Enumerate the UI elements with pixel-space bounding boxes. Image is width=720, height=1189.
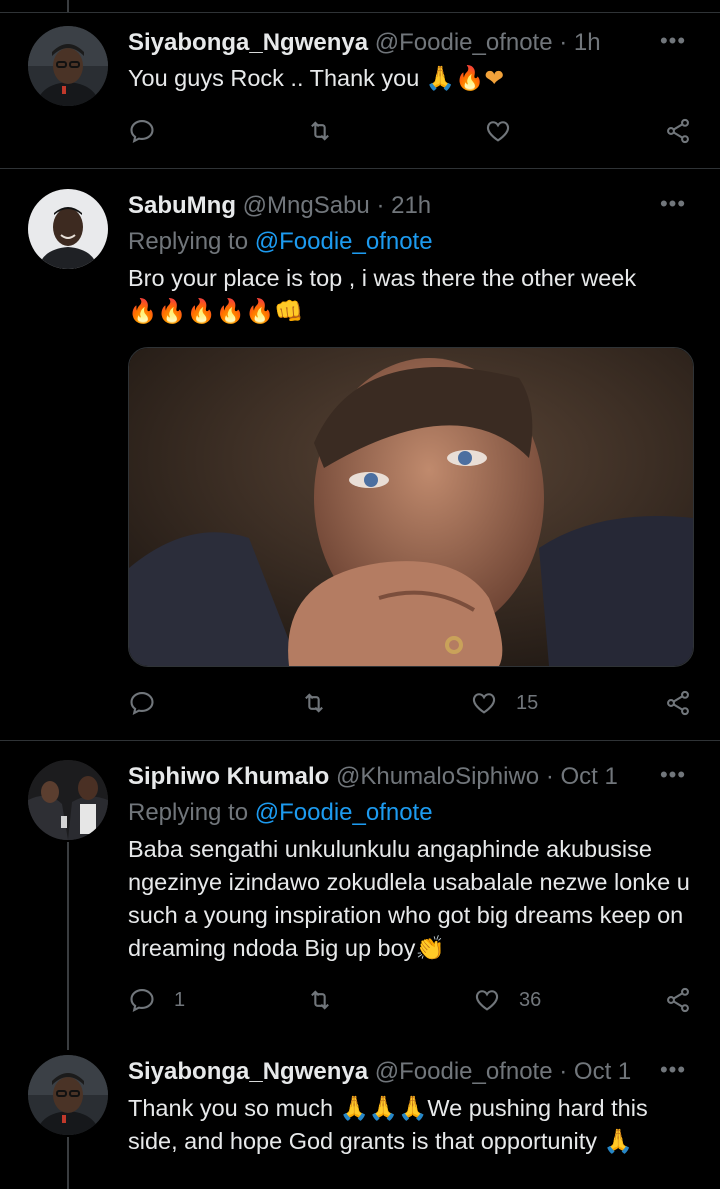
avatar[interactable]	[28, 1055, 108, 1135]
author-name[interactable]: Siyabonga_Ngwenya	[128, 1058, 368, 1085]
retweet-button[interactable]	[300, 686, 328, 720]
emoji: 🙏🔥❤	[425, 64, 505, 92]
timestamp[interactable]: · 1h	[559, 29, 600, 56]
tweet-text: Baba sengathi unkulunkulu angaphinde aku…	[128, 833, 698, 965]
share-icon	[667, 118, 689, 144]
timestamp[interactable]: · Oct 1	[559, 1058, 631, 1085]
author-name[interactable]: Siphiwo Khumalo	[128, 763, 329, 790]
replying-to: Replying to @Foodie_ofnote	[128, 228, 433, 255]
replying-to: Replying to @Foodie_ofnote	[128, 799, 433, 826]
share-button[interactable]	[664, 686, 692, 720]
author-handle[interactable]: @KhumaloSiphiwo	[336, 763, 539, 790]
reply-count: 1	[174, 988, 186, 1011]
like-count: 36	[519, 988, 542, 1011]
reply-icon	[130, 989, 154, 1012]
timestamp[interactable]: · Oct 1	[546, 763, 618, 790]
author-name[interactable]: SabuMng	[128, 192, 236, 219]
reply-icon	[130, 120, 154, 143]
thread-line	[67, 842, 69, 1050]
author-name[interactable]: Siyabonga_Ngwenya	[128, 29, 368, 56]
emoji: 🙏🙏🙏	[339, 1094, 428, 1122]
more-icon[interactable]: •••	[658, 191, 688, 221]
mention-link[interactable]: @Foodie_ofnote	[255, 228, 433, 255]
retweet-icon	[305, 693, 323, 713]
more-icon[interactable]: •••	[658, 762, 688, 792]
more-icon[interactable]: •••	[658, 28, 688, 58]
author-handle[interactable]: @Foodie_ofnote	[375, 1058, 553, 1085]
tweet-text: Thank you so much 🙏🙏🙏We pushing hard thi…	[128, 1092, 698, 1158]
divider	[0, 168, 720, 169]
emoji: 👏	[415, 934, 445, 962]
retweet-button[interactable]	[306, 114, 334, 148]
divider	[0, 740, 720, 741]
share-icon	[667, 690, 689, 716]
share-button[interactable]	[664, 114, 692, 148]
tweet-image[interactable]	[128, 347, 694, 667]
heart-icon	[472, 693, 496, 714]
reply-icon	[130, 692, 154, 715]
author-handle[interactable]: @Foodie_ofnote	[375, 29, 553, 56]
like-count: 15	[516, 691, 539, 714]
like-button[interactable]: 15	[470, 686, 538, 720]
like-button[interactable]: 36	[473, 983, 541, 1017]
more-icon[interactable]: •••	[658, 1057, 688, 1087]
avatar[interactable]	[28, 760, 108, 840]
heart-icon	[475, 990, 499, 1011]
avatar[interactable]	[28, 189, 108, 269]
reply-button[interactable]	[128, 114, 156, 148]
reply-button[interactable]	[128, 686, 156, 720]
emoji: 🙏	[603, 1127, 633, 1155]
thread-line	[67, 0, 69, 12]
heart-icon	[486, 121, 510, 142]
share-button[interactable]	[664, 983, 692, 1017]
reply-button[interactable]: 1	[128, 983, 185, 1017]
avatar[interactable]	[28, 26, 108, 106]
tweet-text: You guys Rock .. Thank you 🙏🔥❤	[128, 62, 698, 95]
crying-man-photo	[129, 348, 693, 666]
emoji: 🔥🔥🔥🔥🔥👊	[128, 297, 304, 325]
share-icon	[667, 987, 689, 1013]
retweet-button[interactable]	[306, 983, 334, 1017]
retweet-icon	[311, 990, 329, 1010]
tweet-text: Bro your place is top , i was there the …	[128, 262, 698, 328]
divider	[0, 12, 720, 13]
retweet-icon	[311, 121, 329, 141]
thread-line	[67, 1137, 69, 1189]
mention-link[interactable]: @Foodie_ofnote	[255, 799, 433, 826]
like-button[interactable]	[484, 114, 512, 148]
author-handle[interactable]: @MngSabu	[243, 192, 370, 219]
timestamp[interactable]: · 21h	[376, 192, 431, 219]
